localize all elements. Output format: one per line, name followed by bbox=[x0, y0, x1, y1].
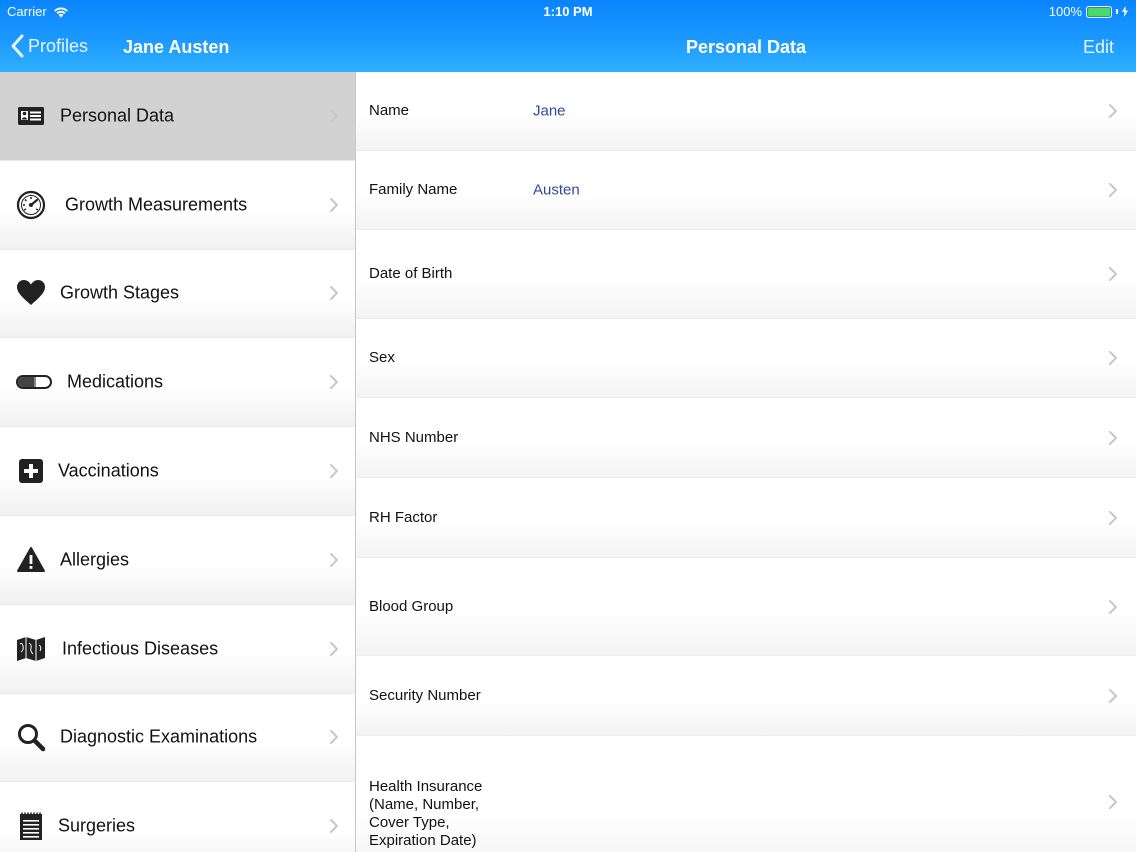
chevron-right-icon bbox=[329, 729, 339, 745]
sidebar-item-label: Vaccinations bbox=[58, 460, 159, 481]
field-label: Name bbox=[369, 102, 410, 119]
field-label: RH Factor bbox=[369, 508, 438, 526]
warning-icon bbox=[16, 545, 46, 575]
back-button-label: Profiles bbox=[28, 35, 89, 56]
chevron-right-icon bbox=[1108, 794, 1118, 810]
chevron-right-icon bbox=[329, 463, 339, 479]
magnifier-icon bbox=[16, 722, 46, 752]
battery-indicator: 100% bbox=[1049, 4, 1128, 19]
chevron-right-icon bbox=[1108, 103, 1118, 119]
sidebar-item-label: Growth Measurements bbox=[65, 194, 248, 215]
clock: 1:10 PM bbox=[543, 4, 593, 19]
field-label: NHS Number bbox=[369, 428, 459, 446]
sidebar-item-growth-stages[interactable]: Growth Stages bbox=[0, 249, 355, 339]
plus-square-icon bbox=[16, 456, 46, 486]
chevron-left-icon bbox=[11, 34, 24, 58]
chevron-right-icon bbox=[1108, 510, 1118, 526]
chevron-right-icon bbox=[1108, 599, 1118, 615]
chevron-right-icon bbox=[1108, 266, 1118, 282]
sidebar-item-surgeries[interactable]: Surgeries bbox=[0, 782, 355, 852]
field-row-sex[interactable]: Sex bbox=[356, 319, 1136, 398]
field-label: Security Number bbox=[369, 686, 481, 704]
chevron-right-icon bbox=[1108, 688, 1118, 704]
page-title: Personal Data bbox=[685, 37, 807, 57]
sidebar-item-medications[interactable]: Medications bbox=[0, 338, 355, 428]
field-label: Health Insurance (Name, Number, Cover Ty… bbox=[369, 778, 483, 849]
sidebar-item-label: Allergies bbox=[60, 549, 130, 570]
chevron-right-icon bbox=[329, 552, 339, 568]
screen: Carrier 1:10 PM 100% Profiles Jane Auste… bbox=[0, 0, 1136, 852]
personal-data-list: Name Jane Family Name Austen Date of Bir… bbox=[356, 72, 1136, 852]
field-label: Blood Group bbox=[369, 597, 454, 615]
heart-icon bbox=[16, 278, 46, 308]
field-value: Austen bbox=[533, 181, 580, 199]
field-row-rh-factor[interactable]: RH Factor bbox=[356, 478, 1136, 558]
field-row-name[interactable]: Name Jane bbox=[356, 72, 1136, 151]
detail-nav: Personal Data Edit bbox=[356, 24, 1136, 70]
chevron-right-icon bbox=[1108, 350, 1118, 366]
chevron-right-icon bbox=[329, 108, 339, 124]
field-row-nhs-number[interactable]: NHS Number bbox=[356, 398, 1136, 478]
sidebar-item-label: Medications bbox=[67, 371, 164, 392]
sidebar-item-diagnostic-examinations[interactable]: Diagnostic Examinations bbox=[0, 693, 355, 783]
chevron-right-icon bbox=[1108, 182, 1118, 198]
chevron-right-icon bbox=[329, 197, 339, 213]
id-card-icon bbox=[16, 101, 46, 131]
field-row-family-name[interactable]: Family Name Austen bbox=[356, 151, 1136, 230]
sidebar: Personal Data Growth Measurements Growth… bbox=[0, 72, 355, 852]
navigation-bar: Carrier 1:10 PM 100% Profiles Jane Auste… bbox=[0, 0, 1136, 72]
chevron-right-icon bbox=[329, 641, 339, 657]
field-label: Family Name bbox=[369, 181, 458, 198]
field-value: Jane bbox=[533, 102, 566, 120]
profile-title: Jane Austen bbox=[123, 37, 230, 57]
charging-bolt-icon bbox=[1122, 6, 1128, 17]
notepad-icon bbox=[16, 811, 46, 841]
field-row-health-insurance[interactable]: Health Insurance (Name, Number, Cover Ty… bbox=[356, 736, 1136, 852]
back-to-profiles-button[interactable]: Profiles bbox=[10, 34, 88, 58]
edit-button[interactable]: Edit bbox=[1083, 37, 1114, 58]
sidebar-item-label: Surgeries bbox=[58, 815, 136, 836]
map-icon bbox=[16, 634, 46, 664]
sidebar-item-personal-data[interactable]: Personal Data bbox=[0, 72, 355, 161]
field-row-blood-group[interactable]: Blood Group bbox=[356, 558, 1136, 656]
battery-cap bbox=[1116, 9, 1118, 14]
sidebar-item-growth-measurements[interactable]: Growth Measurements bbox=[0, 160, 355, 250]
sidebar-item-label: Diagnostic Examinations bbox=[60, 726, 258, 747]
chevron-right-icon bbox=[329, 818, 339, 834]
battery-percent: 100% bbox=[1048, 4, 1082, 19]
sidebar-item-label: Infectious Diseases bbox=[62, 638, 219, 659]
field-row-date-of-birth[interactable]: Date of Birth bbox=[356, 230, 1136, 319]
sidebar-item-infectious-diseases[interactable]: Infectious Diseases bbox=[0, 604, 355, 694]
field-label: Sex bbox=[369, 349, 395, 366]
gauge-icon bbox=[16, 190, 46, 220]
sidebar-item-label: Personal Data bbox=[60, 105, 175, 126]
sidebar-item-label: Growth Stages bbox=[60, 282, 180, 303]
pill-icon bbox=[16, 367, 52, 397]
field-row-security-number[interactable]: Security Number bbox=[356, 656, 1136, 736]
field-label: Date of Birth bbox=[369, 265, 453, 282]
battery-icon bbox=[1086, 5, 1112, 18]
master-nav: Profiles Jane Austen bbox=[0, 24, 355, 70]
chevron-right-icon bbox=[329, 374, 339, 390]
sidebar-item-vaccinations[interactable]: Vaccinations bbox=[0, 427, 355, 516]
chevron-right-icon bbox=[1108, 430, 1118, 446]
chevron-right-icon bbox=[329, 285, 339, 301]
sidebar-item-allergies[interactable]: Allergies bbox=[0, 515, 355, 605]
status-bar: Carrier 1:10 PM 100% bbox=[0, 0, 1136, 22]
